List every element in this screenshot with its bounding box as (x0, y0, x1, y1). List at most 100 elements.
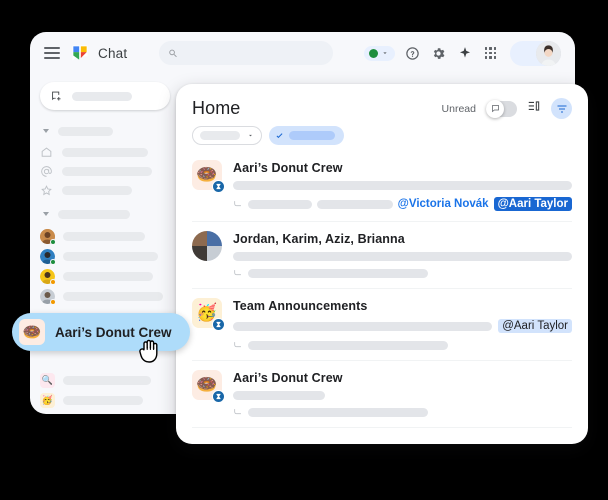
search-bar[interactable] (159, 41, 334, 65)
sidebar-dm-item[interactable] (40, 286, 170, 306)
preview-placeholder (233, 391, 325, 400)
page-title: Home (192, 98, 241, 118)
space-emoji-avatar: 🥳 (40, 392, 55, 408)
sidebar-item-label (62, 186, 132, 195)
sidebar-item-starred[interactable] (40, 181, 170, 200)
unread-toggle[interactable] (486, 99, 517, 118)
reply-arrow-icon (234, 201, 241, 207)
presence-badge (50, 298, 56, 305)
home-panel-actions: Unread (442, 98, 572, 119)
mention-aari-taylor[interactable]: @Aari Taylor (498, 319, 572, 333)
mention-victoria-novak[interactable]: @Victoria Novák (398, 198, 489, 210)
filter-chips (176, 119, 588, 151)
spark-icon[interactable] (456, 45, 473, 62)
conversation-reply (233, 407, 572, 417)
space-emoji-avatar: 🔍 (40, 372, 55, 388)
reply-placeholder (248, 199, 312, 209)
conversation-preview (233, 391, 572, 400)
help-circle-icon[interactable] (404, 45, 421, 62)
chevron-down-icon (383, 52, 387, 54)
top-bar: Chat (30, 32, 575, 74)
unread-toggle-label: Unread (441, 102, 476, 115)
conversation-row[interactable]: 🥳 Team Announcements @Aari Taylor (192, 289, 572, 361)
status-indicator-button[interactable] (364, 45, 395, 61)
conversation-preview (233, 181, 572, 190)
space-badge-icon (212, 180, 225, 193)
chevron-down-icon (43, 129, 49, 133)
conversation-preview (233, 252, 572, 261)
chip-selected-label (289, 131, 335, 140)
sidebar-dm-label (63, 271, 153, 281)
chevron-down-icon (249, 134, 252, 137)
search-input[interactable] (178, 47, 325, 59)
presence-badge (50, 278, 56, 285)
chip-dropdown-label (200, 131, 240, 140)
conversation-reply (233, 268, 572, 278)
reply-placeholder (248, 407, 428, 417)
new-chat-icon (52, 91, 61, 101)
space-emoji-avatar: 🍩 (19, 319, 45, 345)
home-panel: Home Unread 🍩 Aari’s Donut Crew @Victori… (176, 84, 588, 444)
sidebar-space-item[interactable]: 🔍 (40, 370, 170, 390)
chip-dropdown[interactable] (192, 126, 262, 145)
apps-grid-icon[interactable] (482, 45, 499, 62)
avatar (192, 231, 222, 261)
conversation-row[interactable]: 🍩 Aari’s Donut Crew (192, 151, 572, 222)
conversation-preview: @Aari Taylor (233, 319, 572, 333)
account-button[interactable] (510, 40, 561, 66)
list-density-icon[interactable] (527, 99, 541, 118)
sidebar-item-mentions[interactable] (40, 162, 170, 181)
reply-placeholder (248, 268, 428, 278)
avatar (40, 268, 56, 285)
sidebar-space-label (63, 375, 151, 385)
conversation-title: Jordan, Karim, Aziz, Brianna (233, 232, 405, 246)
chat-bubble-icon (491, 105, 499, 113)
sidebar-dm-item[interactable] (40, 226, 170, 246)
grabbing-hand-cursor (139, 339, 158, 363)
sidebar-section-label (58, 126, 113, 136)
toggle-knob (486, 99, 504, 118)
check-icon (276, 133, 283, 139)
sidebar-section-header[interactable] (40, 122, 170, 140)
new-chat-button[interactable] (40, 82, 170, 110)
sidebar-dm-item[interactable] (40, 246, 170, 266)
sidebar-dm-item[interactable] (40, 266, 170, 286)
mentions-at-icon (40, 165, 53, 178)
sidebar-item-home[interactable] (40, 143, 170, 162)
screenshot-stage: Chat 🔍 🥳 Home Unread 🍩 Aari’s Donut Crew… (0, 0, 608, 500)
sidebar-space-item[interactable]: 🥳 (40, 390, 170, 410)
avatar (40, 228, 56, 245)
presence-badge (50, 238, 56, 245)
sidebar-section-header[interactable] (40, 205, 170, 223)
filter-icon (557, 105, 566, 112)
hamburger-menu-icon[interactable] (44, 47, 60, 59)
sidebar-section-label (58, 209, 130, 219)
conversation-reply (233, 340, 572, 350)
chip-selected[interactable] (269, 126, 344, 145)
conversation-row[interactable]: 🍩 Aari’s Donut Crew (192, 361, 572, 428)
home-panel-header: Home Unread (176, 84, 588, 119)
sidebar-dm-label (63, 291, 163, 301)
star-icon (40, 184, 53, 197)
filter-button[interactable] (551, 98, 572, 119)
app-brand-label: Chat (98, 45, 128, 61)
top-bar-actions (364, 40, 561, 66)
reply-placeholder (317, 199, 393, 209)
search-icon (169, 49, 178, 57)
reply-arrow-icon (234, 342, 241, 348)
green-status-dot-icon (369, 48, 378, 58)
conversation-title: Aari’s Donut Crew (233, 371, 343, 385)
reply-placeholder (248, 340, 448, 350)
new-chat-label (72, 91, 132, 101)
sidebar-item-label (62, 167, 152, 176)
conversation-title: Team Announcements (233, 299, 368, 313)
gear-icon[interactable] (430, 45, 447, 62)
conversation-row[interactable]: Jordan, Karim, Aziz, Brianna (192, 222, 572, 289)
avatar: 🍩 (192, 370, 225, 403)
avatar (536, 40, 561, 66)
group-avatar-mosaic (192, 231, 222, 261)
preview-placeholder (233, 181, 572, 190)
chevron-down-icon (43, 212, 49, 216)
sidebar-item-label (62, 148, 148, 157)
mention-aari-taylor[interactable]: @Aari Taylor (493, 197, 572, 211)
